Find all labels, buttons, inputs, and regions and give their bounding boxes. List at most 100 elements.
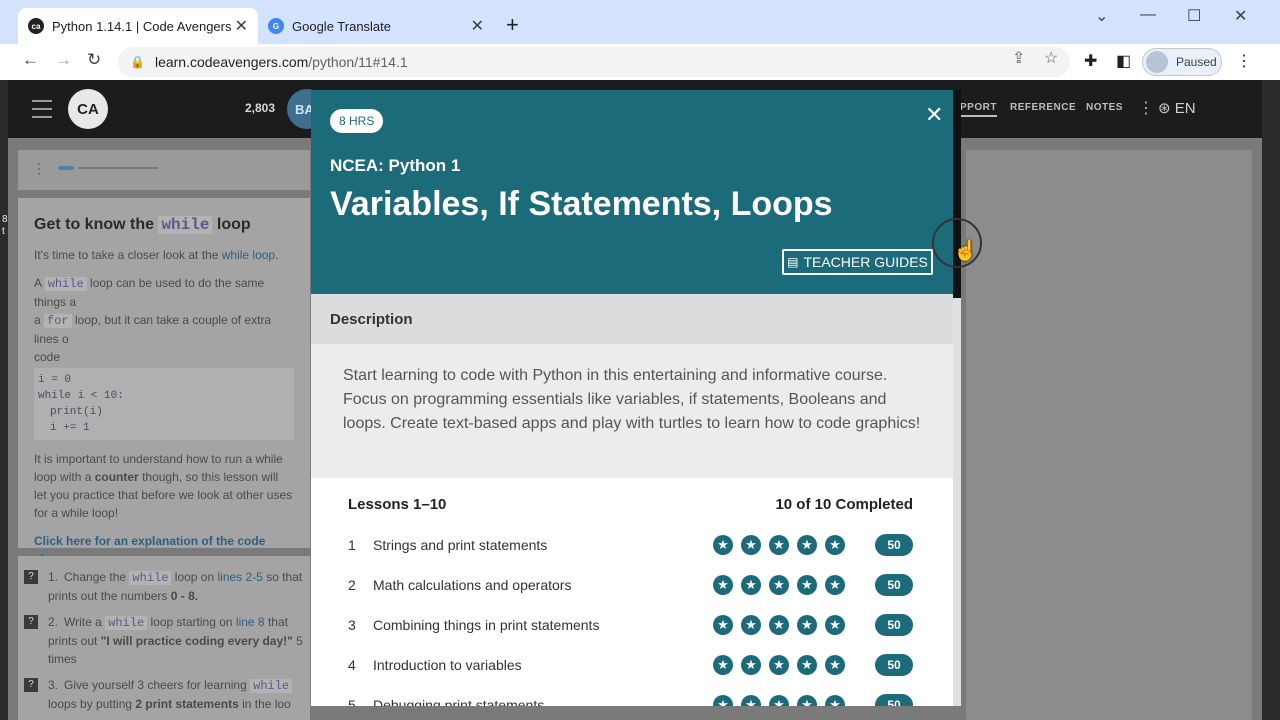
star-rating: ★ ★ ★ ★ ★ [713,535,845,555]
close-tab-icon[interactable]: ✕ [235,16,248,36]
course-title: Variables, If Statements, Loops [330,185,833,223]
lesson-row[interactable]: 3 Combining things in print statements ★ ★ ★… [348,605,913,645]
tab-search-icon[interactable]: ⌄ [1095,6,1108,26]
course-subtitle: NCEA: Python 1 [330,156,461,175]
description-text: Start learning to code with Python in th… [311,344,953,478]
address-bar[interactable]: 🔒 learn.codeavengers.com/python/11#14.1 [118,47,1070,77]
browser-tab-google-translate[interactable]: G Google Translate ✕ [258,8,494,44]
nav-support[interactable]: PPORT [960,102,997,117]
star-icon: ★ [741,535,761,555]
tab-title: Google Translate [292,18,392,34]
star-icon: ★ [769,695,789,706]
url-path: /python/11#14.1 [308,54,408,70]
lesson-name: Introduction to variables [373,657,522,673]
browser-tab-code-avengers[interactable]: ca Python 1.14.1 | Code Avengers ✕ [18,8,258,44]
star-icon: ★ [825,535,845,555]
globe-icon: ⊛ [1158,100,1171,117]
extensions-icon[interactable]: ✚ [1084,51,1097,71]
task-item[interactable]: ? 3. Give yourself 3 cheers for learning … [24,676,304,713]
share-icon[interactable]: ⇪ [1012,48,1025,68]
star-icon: ★ [797,615,817,635]
close-window-icon[interactable]: ✕ [1234,6,1247,26]
lesson-number: 1 [348,537,356,553]
side-panel-icon[interactable]: ◧ [1116,51,1131,71]
lesson-name: Strings and print statements [373,537,548,553]
star-icon: ★ [741,575,761,595]
star-icon: ★ [825,575,845,595]
lesson-row[interactable]: 2 Math calculations and operators ★ ★ ★ ★ ★ 50 [348,565,913,605]
lesson-paragraph: It is important to understand how to run… [34,452,293,520]
star-icon: ★ [741,615,761,635]
bookmark-star-icon[interactable]: ☆ [1044,48,1058,68]
lesson-number: 4 [348,657,356,673]
progress-track [78,167,158,169]
star-icon: ★ [769,655,789,675]
task-list: ? 1. Change the while loop on lines 2-5 s… [18,556,310,720]
minimize-icon[interactable]: — [1140,6,1156,24]
back-icon[interactable]: ← [22,50,39,70]
lock-icon[interactable]: 🔒 [130,55,145,69]
star-icon: ★ [797,695,817,706]
browser-menu-icon[interactable]: ⋮ [1236,51,1252,71]
language-selector[interactable]: ⊛ EN [1158,99,1196,117]
lesson-row[interactable]: 4 Introduction to variables ★ ★ ★ ★ ★ 50 [348,645,913,685]
google-translate-icon: G [268,18,284,34]
side-marks: 8t [2,214,8,237]
close-tab-icon[interactable]: ✕ [471,16,484,36]
modal-header: 8 HRS ✕ NCEA: Python 1 Variables, If Sta… [311,90,953,294]
star-icon: ★ [713,655,733,675]
star-icon: ★ [769,535,789,555]
lesson-progress-bar: ⋮ [18,150,310,190]
lesson-row[interactable]: 5 Debugging print statements ★ ★ ★ ★ ★ 50 [348,685,913,706]
star-rating: ★ ★ ★ ★ ★ [713,695,845,706]
document-icon: ▤ [787,255,799,269]
lesson-number: 2 [348,577,356,593]
lessons-header: Lessons 1–10 10 of 10 Completed [348,496,913,513]
star-rating: ★ ★ ★ ★ ★ [713,615,845,635]
close-icon[interactable]: ✕ [925,102,943,128]
star-icon: ★ [825,615,845,635]
drag-handle-icon[interactable]: ⋮ [32,160,46,177]
lesson-name: Debugging print statements [373,697,545,706]
points-count: 2,803 [245,101,276,115]
task-item[interactable]: ? 2. Write a while loop starting on line … [24,613,304,668]
teacher-guides-label: TEACHER GUIDES [803,254,928,270]
code-example: i = 0 while i < 10: print(i) i += 1 [34,368,294,440]
modal-scrollbar[interactable] [953,90,961,706]
lesson-row[interactable]: 1 Strings and print statements ★ ★ ★ ★ ★ 50 [348,525,913,565]
star-icon: ★ [825,655,845,675]
ca-logo-icon: ca [28,18,44,34]
help-icon[interactable]: ? [24,615,38,629]
code-avengers-logo[interactable]: CA [68,89,108,129]
more-options-icon[interactable]: ⋮ [1138,98,1154,118]
browser-toolbar: ← → ↻ 🔒 learn.codeavengers.com/python/11… [0,44,1280,80]
lesson-intro: It's time to take a closer look at the w… [34,248,279,262]
star-icon: ★ [769,575,789,595]
star-icon: ★ [713,615,733,635]
profile-status: Paused [1176,55,1217,69]
nav-reference[interactable]: REFERENCE [1010,102,1076,113]
lesson-score: 50 [875,694,913,706]
lesson-title: Get to know the while loop [34,216,251,234]
forward-icon[interactable]: → [55,50,72,70]
while-loop-link[interactable]: while loop [222,248,275,262]
hamburger-menu-icon[interactable] [32,100,52,124]
lesson-score: 50 [875,614,913,636]
star-icon: ★ [713,575,733,595]
maximize-icon[interactable]: ☐ [1187,6,1201,26]
teacher-guides-button[interactable]: ▤ TEACHER GUIDES [782,249,933,275]
lesson-number: 3 [348,617,356,633]
lesson-score: 50 [875,574,913,596]
lesson-rows: 1 Strings and print statements ★ ★ ★ ★ ★ 50 2 Mat… [348,525,913,706]
new-tab-icon[interactable]: + [506,12,519,38]
nav-notes[interactable]: NOTES [1086,102,1123,113]
reload-icon[interactable]: ↻ [87,50,101,70]
help-icon[interactable]: ? [24,570,38,584]
task-item[interactable]: ? 1. Change the while loop on lines 2-5 s… [24,568,304,605]
star-icon: ★ [797,575,817,595]
browser-tab-bar: ca Python 1.14.1 | Code Avengers ✕ G Goo… [0,0,1280,44]
profile-button[interactable]: Paused [1142,48,1222,76]
lesson-score: 50 [875,654,913,676]
help-icon[interactable]: ? [24,678,38,692]
star-icon: ★ [713,695,733,706]
